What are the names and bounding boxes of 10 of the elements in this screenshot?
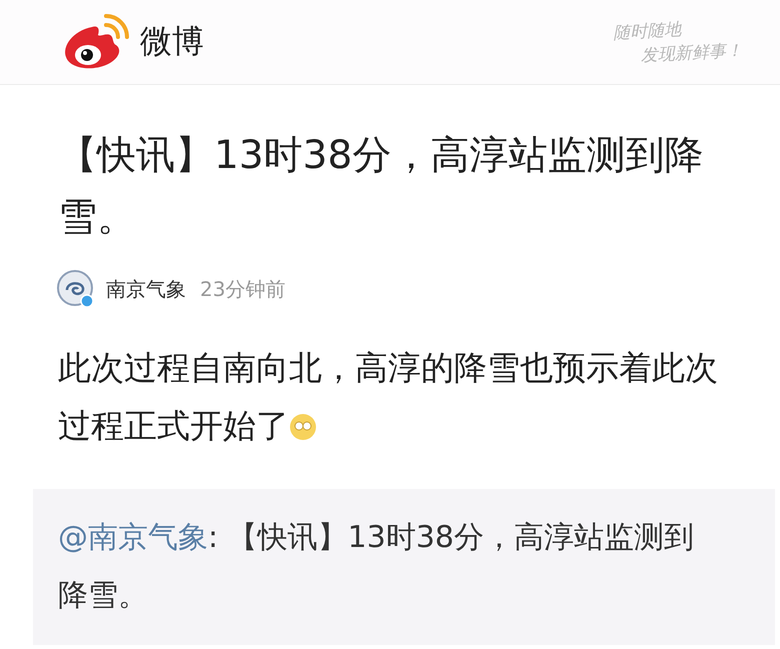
avatar-icon <box>56 269 96 309</box>
emoji-icon <box>289 413 317 441</box>
mention-link[interactable]: @南京气象 <box>58 520 208 555</box>
post-time: 23分钟前 <box>200 276 286 302</box>
repost-text: @南京气象: 【快讯】13时38分，高淳站监测到降雪。 <box>58 519 695 615</box>
brand-name: 微博 <box>140 21 204 62</box>
post-body: 此次过程自南向北，高淳的降雪也预示着此次过程正式开始了 <box>57 347 719 447</box>
logo-icon <box>62 13 130 71</box>
post-title: 【快讯】13时38分，高淳站监测到降雪。 <box>57 132 704 242</box>
author-name[interactable]: 南京气象 <box>106 276 186 302</box>
